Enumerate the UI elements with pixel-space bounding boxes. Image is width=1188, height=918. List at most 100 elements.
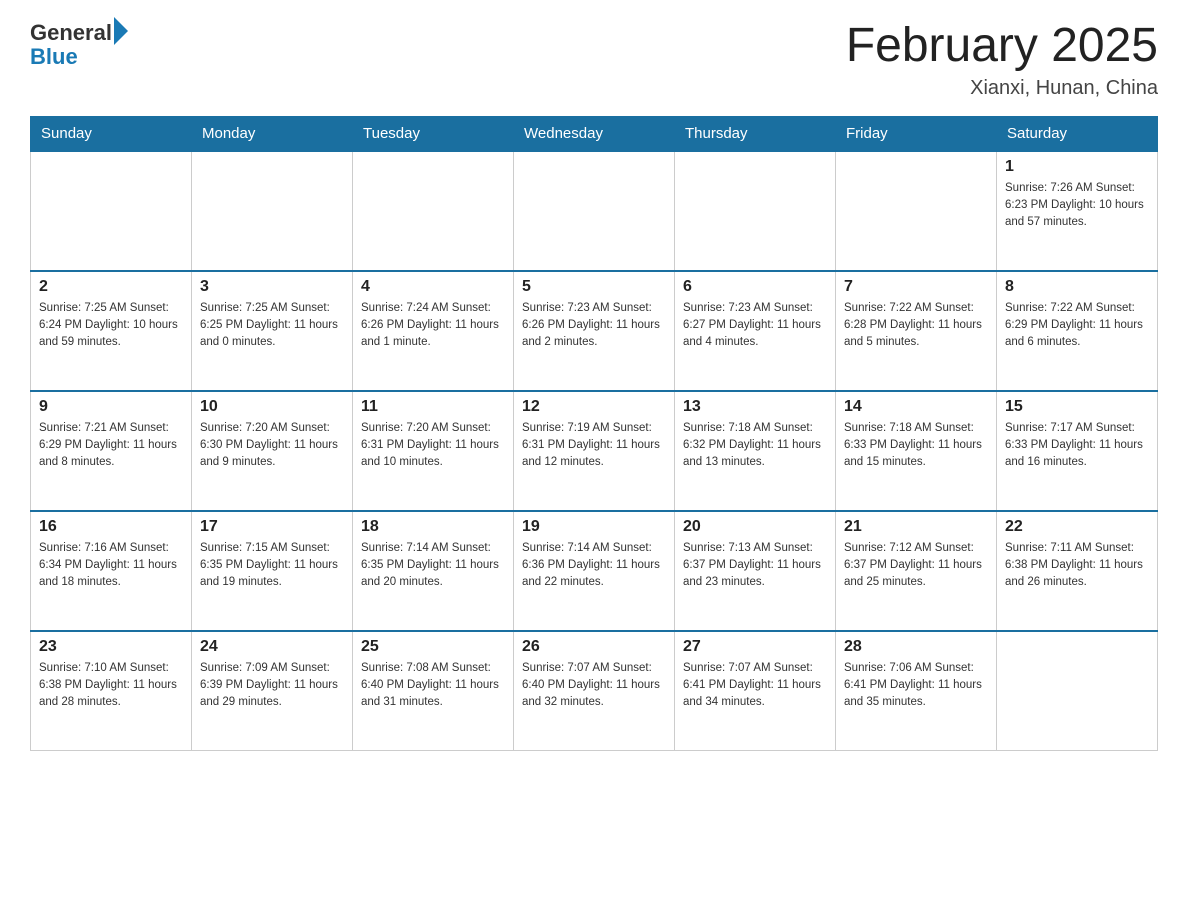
- day-cell: 20 Sunrise: 7:13 AM Sunset: 6:37 PM Dayli…: [675, 511, 836, 631]
- week-row-1: 1 Sunrise: 7:26 AM Sunset: 6:23 PM Daylig…: [31, 151, 1158, 271]
- day-cell: 5 Sunrise: 7:23 AM Sunset: 6:26 PM Daylig…: [514, 271, 675, 391]
- location-subtitle: Xianxi, Hunan, China: [846, 77, 1158, 100]
- day-info: Sunrise: 7:19 AM Sunset: 6:31 PM Dayligh…: [522, 420, 666, 472]
- day-cell: [675, 151, 836, 271]
- logo-triangle-icon: [114, 17, 128, 45]
- day-cell: 22 Sunrise: 7:11 AM Sunset: 6:38 PM Dayli…: [997, 511, 1158, 631]
- header-wednesday: Wednesday: [514, 116, 675, 151]
- weekday-header-row: Sunday Monday Tuesday Wednesday Thursday…: [31, 116, 1158, 151]
- day-info: Sunrise: 7:15 AM Sunset: 6:35 PM Dayligh…: [200, 540, 344, 592]
- header-tuesday: Tuesday: [353, 116, 514, 151]
- day-cell: 16 Sunrise: 7:16 AM Sunset: 6:34 PM Dayli…: [31, 511, 192, 631]
- day-info: Sunrise: 7:13 AM Sunset: 6:37 PM Dayligh…: [683, 540, 827, 592]
- day-number: 7: [844, 278, 988, 296]
- day-cell: 19 Sunrise: 7:14 AM Sunset: 6:36 PM Dayli…: [514, 511, 675, 631]
- calendar-table: Sunday Monday Tuesday Wednesday Thursday…: [30, 116, 1158, 752]
- day-number: 11: [361, 398, 505, 416]
- day-number: 25: [361, 638, 505, 656]
- day-cell: 27 Sunrise: 7:07 AM Sunset: 6:41 PM Dayli…: [675, 631, 836, 751]
- day-number: 13: [683, 398, 827, 416]
- day-number: 10: [200, 398, 344, 416]
- day-number: 22: [1005, 518, 1149, 536]
- day-cell: 24 Sunrise: 7:09 AM Sunset: 6:39 PM Dayli…: [192, 631, 353, 751]
- day-number: 23: [39, 638, 183, 656]
- day-cell: [514, 151, 675, 271]
- day-number: 16: [39, 518, 183, 536]
- day-info: Sunrise: 7:16 AM Sunset: 6:34 PM Dayligh…: [39, 540, 183, 592]
- day-info: Sunrise: 7:25 AM Sunset: 6:24 PM Dayligh…: [39, 300, 183, 352]
- day-number: 8: [1005, 278, 1149, 296]
- day-number: 27: [683, 638, 827, 656]
- day-cell: 4Sunrise: 7:24 AM Sunset: 6:26 PM Daylig…: [353, 271, 514, 391]
- week-row-2: 2 Sunrise: 7:25 AM Sunset: 6:24 PM Daylig…: [31, 271, 1158, 391]
- logo-blue-text: Blue: [30, 44, 78, 70]
- day-number: 5: [522, 278, 666, 296]
- week-row-5: 23Sunrise: 7:10 AM Sunset: 6:38 PM Dayli…: [31, 631, 1158, 751]
- day-cell: 10 Sunrise: 7:20 AM Sunset: 6:30 PM Dayli…: [192, 391, 353, 511]
- day-info: Sunrise: 7:25 AM Sunset: 6:25 PM Dayligh…: [200, 300, 344, 352]
- week-row-3: 9 Sunrise: 7:21 AM Sunset: 6:29 PM Daylig…: [31, 391, 1158, 511]
- day-cell: 2 Sunrise: 7:25 AM Sunset: 6:24 PM Daylig…: [31, 271, 192, 391]
- day-info: Sunrise: 7:14 AM Sunset: 6:35 PM Dayligh…: [361, 540, 505, 592]
- day-number: 24: [200, 638, 344, 656]
- day-info: Sunrise: 7:23 AM Sunset: 6:27 PM Dayligh…: [683, 300, 827, 352]
- day-info: Sunrise: 7:11 AM Sunset: 6:38 PM Dayligh…: [1005, 540, 1149, 592]
- day-cell: [997, 631, 1158, 751]
- day-info: Sunrise: 7:09 AM Sunset: 6:39 PM Dayligh…: [200, 660, 344, 712]
- logo-general-text: General: [30, 20, 112, 46]
- day-cell: 14Sunrise: 7:18 AM Sunset: 6:33 PM Dayli…: [836, 391, 997, 511]
- day-cell: 8 Sunrise: 7:22 AM Sunset: 6:29 PM Daylig…: [997, 271, 1158, 391]
- day-cell: 6 Sunrise: 7:23 AM Sunset: 6:27 PM Daylig…: [675, 271, 836, 391]
- day-cell: 7 Sunrise: 7:22 AM Sunset: 6:28 PM Daylig…: [836, 271, 997, 391]
- day-info: Sunrise: 7:20 AM Sunset: 6:31 PM Dayligh…: [361, 420, 505, 472]
- day-number: 3: [200, 278, 344, 296]
- day-cell: 1 Sunrise: 7:26 AM Sunset: 6:23 PM Daylig…: [997, 151, 1158, 271]
- day-cell: 3 Sunrise: 7:25 AM Sunset: 6:25 PM Daylig…: [192, 271, 353, 391]
- day-info: Sunrise: 7:08 AM Sunset: 6:40 PM Dayligh…: [361, 660, 505, 712]
- day-number: 18: [361, 518, 505, 536]
- day-number: 19: [522, 518, 666, 536]
- day-cell: 13 Sunrise: 7:18 AM Sunset: 6:32 PM Dayli…: [675, 391, 836, 511]
- day-info: Sunrise: 7:12 AM Sunset: 6:37 PM Dayligh…: [844, 540, 988, 592]
- day-info: Sunrise: 7:18 AM Sunset: 6:33 PM Dayligh…: [844, 420, 988, 472]
- day-cell: 26Sunrise: 7:07 AM Sunset: 6:40 PM Dayli…: [514, 631, 675, 751]
- title-section: February 2025 Xianxi, Hunan, China: [846, 20, 1158, 100]
- header-monday: Monday: [192, 116, 353, 151]
- day-info: Sunrise: 7:06 AM Sunset: 6:41 PM Dayligh…: [844, 660, 988, 712]
- day-number: 9: [39, 398, 183, 416]
- day-cell: 17Sunrise: 7:15 AM Sunset: 6:35 PM Dayli…: [192, 511, 353, 631]
- day-info: Sunrise: 7:26 AM Sunset: 6:23 PM Dayligh…: [1005, 180, 1149, 232]
- day-info: Sunrise: 7:14 AM Sunset: 6:36 PM Dayligh…: [522, 540, 666, 592]
- day-info: Sunrise: 7:18 AM Sunset: 6:32 PM Dayligh…: [683, 420, 827, 472]
- header-friday: Friday: [836, 116, 997, 151]
- day-info: Sunrise: 7:22 AM Sunset: 6:29 PM Dayligh…: [1005, 300, 1149, 352]
- week-row-4: 16 Sunrise: 7:16 AM Sunset: 6:34 PM Dayli…: [31, 511, 1158, 631]
- day-cell: [353, 151, 514, 271]
- day-info: Sunrise: 7:23 AM Sunset: 6:26 PM Dayligh…: [522, 300, 666, 352]
- day-cell: 11 Sunrise: 7:20 AM Sunset: 6:31 PM Dayli…: [353, 391, 514, 511]
- day-number: 20: [683, 518, 827, 536]
- day-number: 6: [683, 278, 827, 296]
- day-number: 12: [522, 398, 666, 416]
- day-number: 1: [1005, 158, 1149, 176]
- header-thursday: Thursday: [675, 116, 836, 151]
- day-cell: 25 Sunrise: 7:08 AM Sunset: 6:40 PM Dayli…: [353, 631, 514, 751]
- day-info: Sunrise: 7:20 AM Sunset: 6:30 PM Dayligh…: [200, 420, 344, 472]
- day-cell: 23Sunrise: 7:10 AM Sunset: 6:38 PM Dayli…: [31, 631, 192, 751]
- day-cell: [836, 151, 997, 271]
- day-number: 2: [39, 278, 183, 296]
- day-cell: [31, 151, 192, 271]
- month-year-title: February 2025: [846, 20, 1158, 73]
- day-info: Sunrise: 7:21 AM Sunset: 6:29 PM Dayligh…: [39, 420, 183, 472]
- day-cell: 9 Sunrise: 7:21 AM Sunset: 6:29 PM Daylig…: [31, 391, 192, 511]
- day-cell: 28Sunrise: 7:06 AM Sunset: 6:41 PM Dayli…: [836, 631, 997, 751]
- day-cell: 15Sunrise: 7:17 AM Sunset: 6:33 PM Dayli…: [997, 391, 1158, 511]
- day-cell: 18 Sunrise: 7:14 AM Sunset: 6:35 PM Dayli…: [353, 511, 514, 631]
- day-info: Sunrise: 7:07 AM Sunset: 6:40 PM Dayligh…: [522, 660, 666, 712]
- day-cell: 21Sunrise: 7:12 AM Sunset: 6:37 PM Dayli…: [836, 511, 997, 631]
- day-info: Sunrise: 7:22 AM Sunset: 6:28 PM Dayligh…: [844, 300, 988, 352]
- day-info: Sunrise: 7:07 AM Sunset: 6:41 PM Dayligh…: [683, 660, 827, 712]
- logo: General Blue: [30, 20, 128, 70]
- day-number: 15: [1005, 398, 1149, 416]
- day-number: 4: [361, 278, 505, 296]
